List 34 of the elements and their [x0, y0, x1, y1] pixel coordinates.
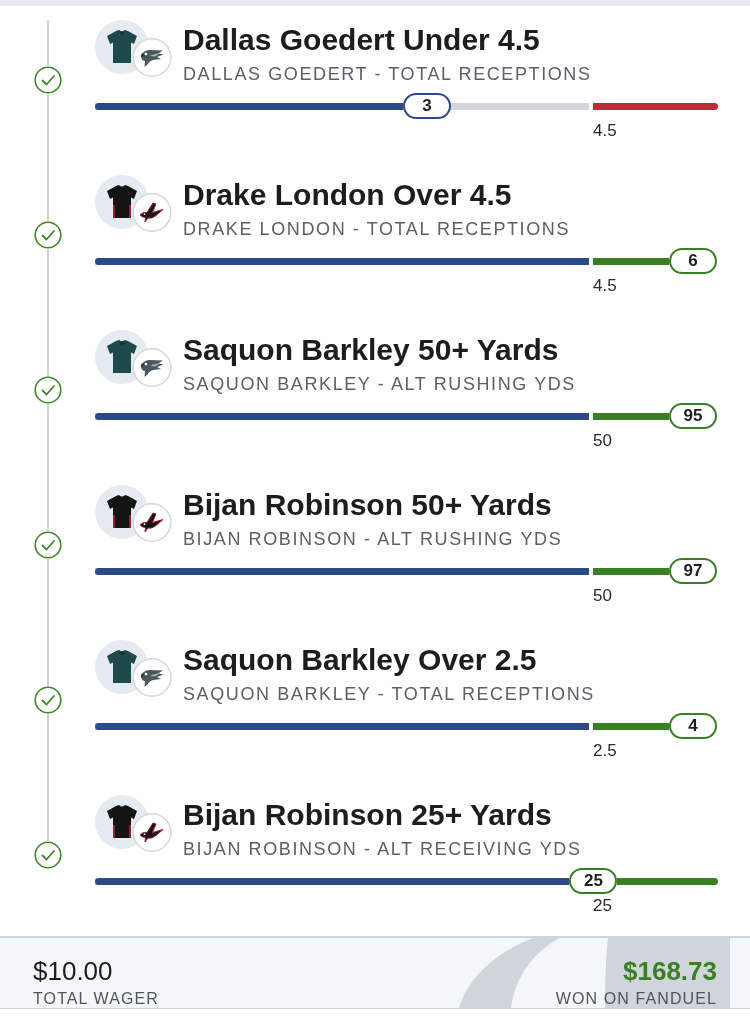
market-label: SAQUON BARKLEY - ALT RUSHING YDS	[183, 373, 576, 396]
result-marker: 97	[669, 558, 718, 584]
payout-label: WON ON FANDUEL	[555, 989, 717, 1008]
market-label: DRAKE LONDON - TOTAL RECEPTIONS	[183, 218, 570, 241]
leg-title: Saquon Barkley Over 2.5	[183, 643, 538, 677]
result-marker: 3	[403, 93, 452, 119]
result-marker: 25	[569, 868, 618, 894]
line-label: 4.5	[593, 122, 617, 139]
bird-icon	[132, 657, 172, 698]
market-label: DALLAS GOEDERT - TOTAL RECEPTIONS	[183, 63, 592, 86]
line-label: 50	[593, 587, 612, 604]
line-label: 2.5	[593, 742, 617, 759]
bird-icon	[132, 192, 172, 233]
wager-amount: $10.00	[33, 956, 113, 986]
line-label: 4.5	[593, 277, 617, 294]
leg-title: Bijan Robinson 50+ Yards	[183, 488, 553, 522]
market-label: SAQUON BARKLEY - TOTAL RECEPTIONS	[183, 683, 595, 706]
wager-label: TOTAL WAGER	[33, 989, 159, 1008]
line-label: 50	[593, 432, 612, 449]
market-label: BIJAN ROBINSON - ALT RUSHING YDS	[183, 528, 563, 551]
result-marker: 95	[669, 403, 718, 429]
bird-icon	[132, 502, 172, 543]
leg-title: Saquon Barkley 50+ Yards	[183, 333, 560, 367]
result-marker: 4	[669, 713, 718, 739]
bird-icon	[132, 347, 172, 388]
payout-amount: $168.73	[623, 956, 717, 986]
line-label: 25	[593, 897, 612, 914]
market-label: BIJAN ROBINSON - ALT RECEIVING YDS	[183, 838, 582, 861]
leg-title: Dallas Goedert Under 4.5	[183, 23, 541, 57]
result-marker: 6	[669, 248, 718, 274]
leg-title: Bijan Robinson 25+ Yards	[183, 798, 553, 832]
leg-title: Drake London Over 4.5	[183, 178, 513, 212]
bird-icon	[132, 812, 172, 853]
bird-icon	[132, 37, 172, 78]
